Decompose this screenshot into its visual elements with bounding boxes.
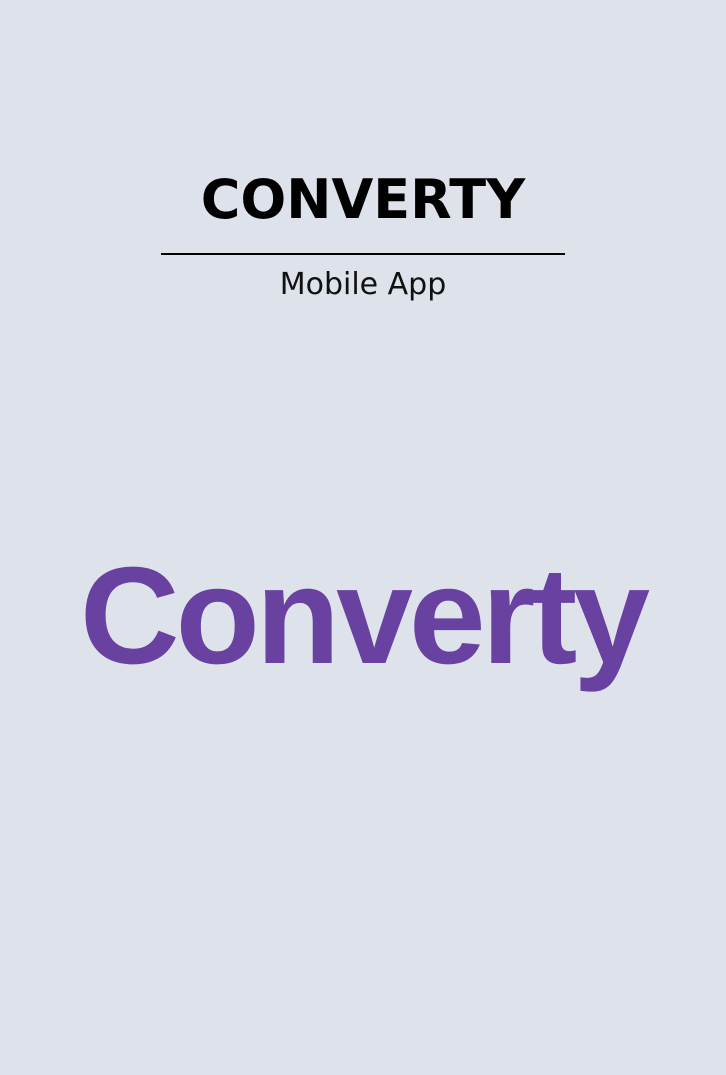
page-title: CONVERTY: [200, 168, 526, 231]
brand-logo: Converty: [79, 539, 650, 693]
app-cover-screen: CONVERTY Mobile App Converty: [0, 0, 726, 1075]
page-subtitle: Mobile App: [279, 267, 447, 302]
title-divider: [161, 253, 565, 255]
